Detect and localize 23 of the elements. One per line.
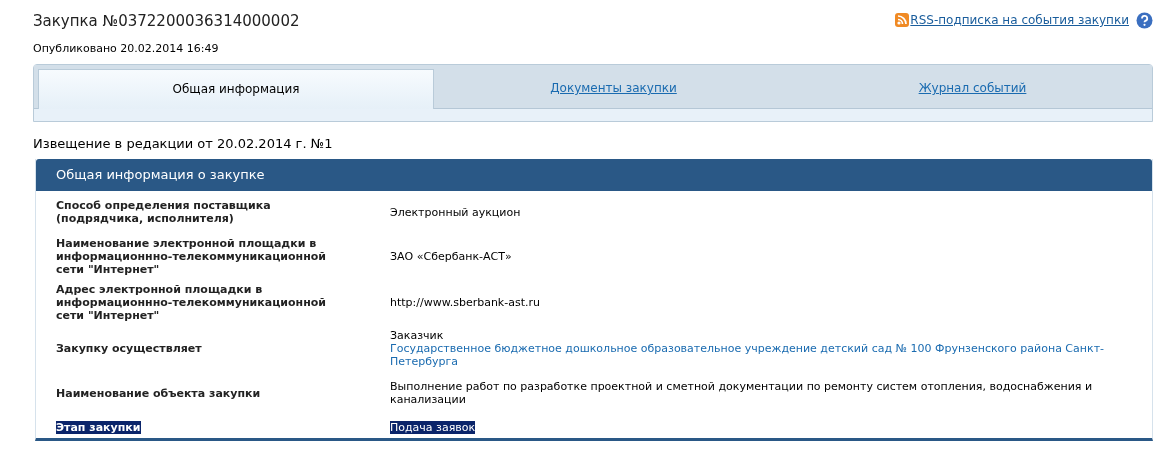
published-date: Опубликовано 20.02.2014 16:49 [33, 42, 220, 55]
rss-icon[interactable] [895, 13, 910, 27]
page-title: Закупка №0372200036314000002 [33, 12, 300, 30]
field-label: Адрес электронной площадки в информационнно-телекоммуникационной сети "Интернет" [56, 283, 326, 322]
tab[interactable]: Общая информация [38, 69, 434, 109]
field-value: Заказчик [390, 329, 444, 342]
field-label: Наименование электронной площадки в информационнно-телекоммуникационной сети "Интернет" [56, 237, 326, 276]
field-label: Наименование объекта закупки [56, 386, 261, 400]
field-value: http://www.sberbank-ast.ru [390, 296, 540, 309]
customer-link[interactable]: Государственное бюджетное дошкольное образовательное учреждение детский сад № 100 Фрунзенского района Санкт-Петербурга [390, 342, 1112, 368]
field-label: Закупку осуществляет [56, 342, 202, 355]
field-value: Электронный аукцион [390, 205, 521, 219]
help-icon[interactable] [1136, 11, 1153, 29]
section-header: Общая информация о закупке [36, 159, 1152, 191]
field-label: Этап закупки [56, 420, 141, 434]
tab[interactable]: Журнал событий [793, 69, 1152, 108]
field-value: ЗАО «Сбербанк-АСТ» [390, 250, 512, 263]
notice-heading: Извещение в редакции от 20.02.2014 г. №1 [33, 136, 334, 151]
field-value: Подача заявок [390, 420, 476, 434]
field-value: Выполнение работ по разработке проектной и сметной документации по ремонту систем отопления, водоснабжения и канализации [390, 380, 1093, 406]
rss-link[interactable]: RSS-подписка на события закупки [910, 13, 1129, 27]
tab[interactable]: Документы закупки [434, 69, 793, 108]
field-label: Способ определения поставщика (подрядчика, исполнителя) [56, 199, 271, 225]
